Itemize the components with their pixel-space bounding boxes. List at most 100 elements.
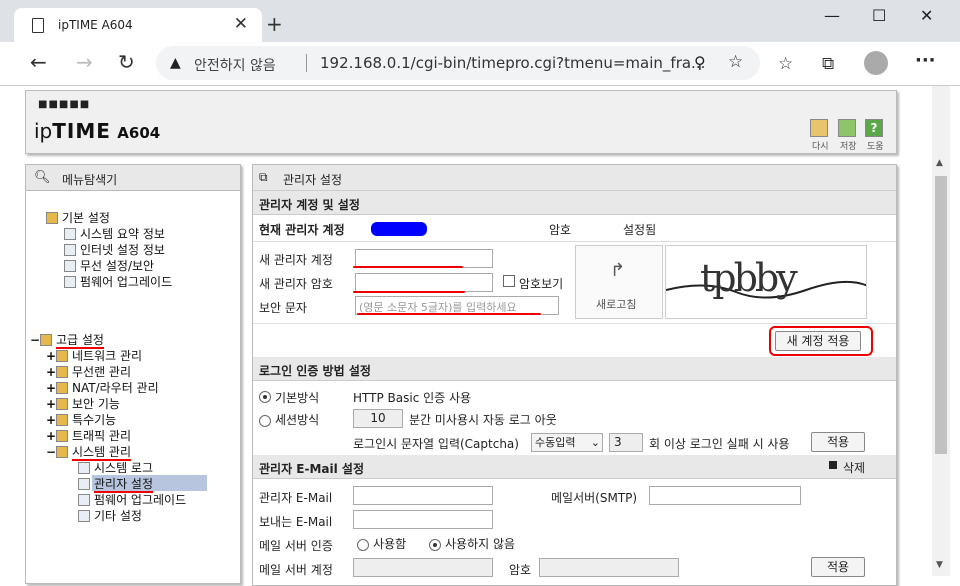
close-tab-icon[interactable]: ✕ (234, 14, 248, 34)
more-icon[interactable]: ··· (915, 50, 936, 71)
tab-title: ipTIME A604 (58, 18, 133, 32)
session-desc: 분간 미사용시 자동 로그 아웃 (409, 413, 557, 427)
close-window-icon[interactable]: ✕ (920, 6, 933, 25)
show-password-checkbox[interactable] (503, 275, 515, 287)
wireless-icon (64, 260, 76, 272)
mail-password-input[interactable] (539, 558, 679, 577)
apply-login-button[interactable]: 적용 (811, 432, 865, 452)
basic-method-label[interactable]: 기본방식 (275, 389, 319, 406)
mail-account-input[interactable] (353, 558, 493, 577)
auth-use-label[interactable]: 사용함 (373, 535, 406, 552)
url-text[interactable]: 192.168.0.1/cgi-bin/timepro.cgi?tmenu=ma… (320, 54, 705, 72)
menu-advanced-settings[interactable]: − 고급 설정 (30, 331, 104, 349)
favorite-star-icon[interactable]: ☆ (728, 52, 743, 72)
basic-method-desc: HTTP Basic 인증 사용 (353, 391, 472, 405)
menu-item[interactable]: + 무선랜 관리 (46, 363, 131, 380)
admin-settings-panel: ⧉ 관리자 설정 관리자 계정 및 설정 현재 관리자 계정 암호 설정됨 새 … (252, 164, 897, 586)
new-tab-icon[interactable]: + (266, 12, 283, 36)
menu-item[interactable]: + 보안 기능 (46, 395, 120, 412)
forward-icon[interactable]: → (76, 50, 93, 74)
captcha-refresh-button[interactable]: ↱ 새로고침 (575, 245, 663, 319)
captcha-mode-select[interactable]: 수동입력 ⌄ (531, 433, 603, 452)
menu-item[interactable]: 펌웨어 업그레이드 (64, 273, 172, 290)
logo-model: A604 (117, 124, 161, 142)
section-header-login: 로그인 인증 방법 설정 (253, 357, 896, 381)
refresh-icon[interactable] (810, 119, 828, 137)
show-password-label[interactable]: 암호보기 (519, 275, 563, 292)
sender-email-input[interactable] (353, 510, 493, 529)
refresh-label[interactable]: 다시 (812, 139, 829, 152)
logo-dots: ■■■■■ (38, 99, 91, 110)
scroll-down-icon[interactable]: ▼ (936, 560, 943, 570)
page-icon: ⧉ (259, 170, 268, 184)
key-icon[interactable]: ⚲ (694, 53, 706, 72)
address-bar[interactable]: ▲ 안전하지 않음 192.168.0.1/cgi-bin/timepro.cg… (156, 46, 760, 80)
basic-method-radio[interactable] (259, 391, 271, 403)
sender-email-label: 보내는 E-Mail (259, 515, 333, 529)
upgrade-icon (64, 276, 76, 288)
mail-password-label: 암호 (509, 563, 532, 577)
session-method-radio[interactable] (259, 415, 271, 427)
section-header-email: 관리자 E-Mail 설정 삭제 (253, 455, 896, 479)
divider (253, 323, 896, 324)
new-password-input[interactable] (355, 273, 493, 292)
menu-item[interactable]: + 네트워크 관리 (46, 347, 142, 364)
save-icon[interactable] (838, 119, 856, 137)
smtp-input[interactable] (649, 486, 801, 505)
chevron-down-icon: ⌄ (590, 436, 600, 449)
help-label[interactable]: 도움 (867, 139, 884, 152)
maximize-icon[interactable]: ☐ (872, 6, 886, 25)
menu-item[interactable]: 펌웨어 업그레이드 (78, 491, 186, 508)
minimize-icon[interactable]: — (824, 6, 840, 25)
menu-item[interactable]: + 특수기능 (46, 411, 116, 428)
session-method-label[interactable]: 세션방식 (275, 411, 319, 428)
page-icon (78, 462, 90, 474)
page-icon (32, 18, 44, 33)
back-icon[interactable]: ← (30, 50, 47, 74)
help-icon[interactable]: ? (865, 119, 883, 137)
menu-title: 메뉴탐색기 (62, 173, 118, 187)
menu-header: 🔍︎ 메뉴탐색기 (26, 165, 240, 191)
menu-item[interactable]: 기타 설정 (78, 507, 142, 524)
menu-item[interactable]: 무선 설정/보안 (64, 257, 154, 274)
router-icon (56, 382, 68, 394)
page-icon (78, 510, 90, 522)
menu-basic-settings[interactable]: 기본 설정 (46, 209, 110, 226)
menu-item-admin-settings[interactable]: 관리자 설정 (78, 475, 154, 493)
new-password-label: 새 관리자 암호 (259, 277, 333, 291)
menu-item[interactable]: + NAT/라우터 관리 (46, 379, 159, 396)
session-minutes-input[interactable]: 10 (353, 409, 403, 428)
logo-time: TIME (52, 119, 111, 143)
scrollbar-thumb[interactable] (935, 176, 947, 454)
browser-tab[interactable]: ipTIME A604 ✕ (14, 8, 262, 42)
menu-system-management[interactable]: − 시스템 관리 (46, 443, 132, 461)
warning-icon[interactable]: ▲ (170, 55, 181, 71)
scroll-up-icon[interactable]: ▲ (936, 158, 943, 168)
profile-avatar[interactable] (864, 51, 888, 75)
menu-item[interactable]: 시스템 로그 (78, 459, 153, 476)
menu-item[interactable]: + 트래픽 관리 (46, 427, 131, 444)
mail-account-label: 메일 서버 계정 (259, 563, 333, 577)
collections-icon[interactable]: ⧉ (822, 54, 834, 74)
delete-icon[interactable] (829, 461, 837, 469)
auth-nouse-label[interactable]: 사용하지 않음 (445, 535, 515, 552)
auth-nouse-radio[interactable] (429, 539, 441, 551)
apply-email-button[interactable]: 적용 (811, 557, 865, 577)
captcha-count-input[interactable]: 3 (609, 433, 643, 452)
menu-item[interactable]: 인터넷 설정 정보 (64, 241, 165, 258)
auth-use-radio[interactable] (357, 539, 369, 551)
reload-icon[interactable]: ↻ (118, 50, 135, 74)
security-label[interactable]: 안전하지 않음 (194, 55, 276, 75)
captcha-login-label: 로그인시 문자열 입력(Captcha) (353, 437, 519, 451)
current-account-label: 현재 관리자 계정 (259, 223, 345, 237)
save-label[interactable]: 저장 (840, 139, 857, 152)
admin-email-input[interactable] (353, 486, 493, 505)
menu-item[interactable]: 시스템 요약 정보 (64, 225, 165, 242)
new-account-label: 새 관리자 계정 (259, 253, 333, 267)
delete-label[interactable]: 삭제 (843, 459, 865, 476)
red-underline (353, 291, 465, 293)
iptime-logo: ipTIME A604 (34, 119, 160, 143)
refresh-label: 새로고침 (596, 298, 637, 311)
favorites-list-icon[interactable]: ☆ (778, 54, 793, 74)
folder-icon (40, 334, 52, 346)
